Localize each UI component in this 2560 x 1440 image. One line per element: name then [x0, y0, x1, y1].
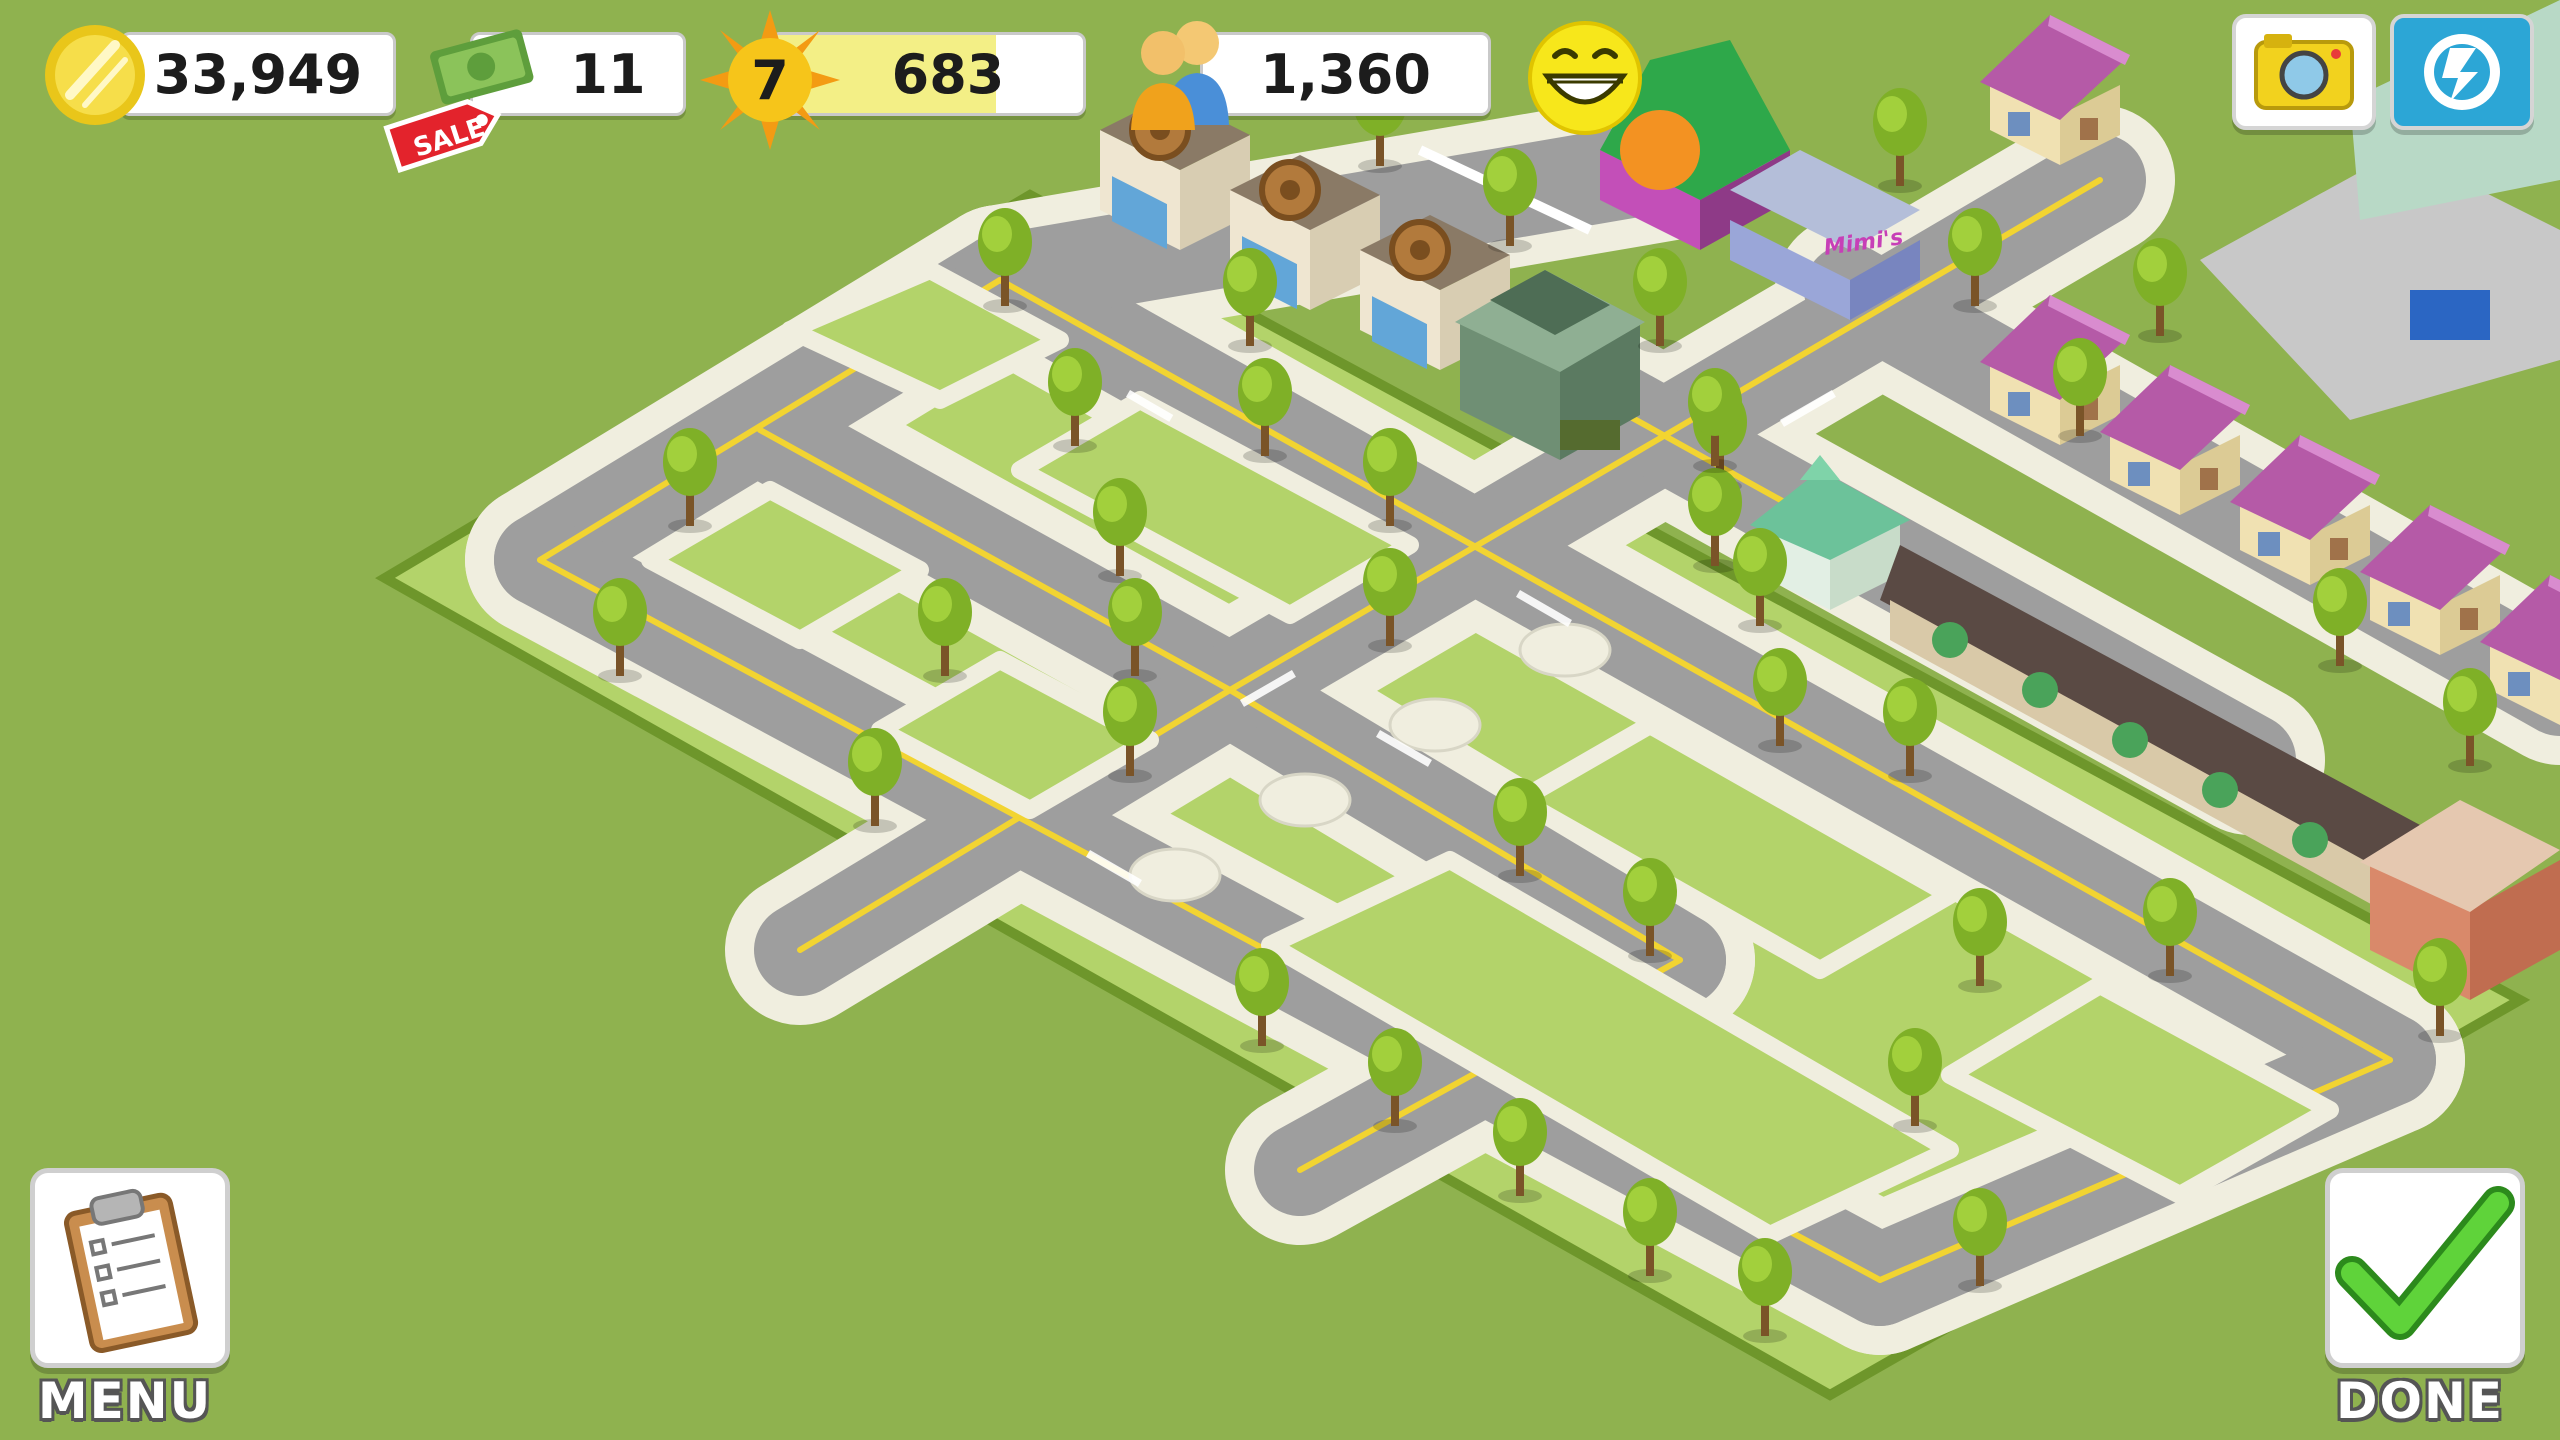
refresh-share-icon [2424, 34, 2500, 110]
camera-button[interactable] [2232, 14, 2376, 130]
done-button[interactable] [2325, 1168, 2525, 1368]
population-value: 1,360 [1260, 42, 1431, 106]
smiley-face-icon[interactable] [1525, 18, 1645, 138]
level-value: 7 [751, 48, 789, 112]
sun-star-icon: 7 [700, 10, 840, 150]
xp-value: 683 [891, 42, 1005, 106]
cash-value: 11 [570, 42, 646, 106]
camera-icon [2254, 34, 2354, 110]
people-icon [1131, 21, 1229, 130]
menu-button[interactable] [30, 1168, 230, 1368]
coins-value: 33,949 [153, 42, 363, 106]
sale-tag[interactable]: SALE [380, 80, 510, 180]
clipboard-icon [64, 1188, 199, 1354]
checkmark-icon [2335, 1186, 2515, 1340]
menu-label: MENU [37, 1372, 213, 1430]
city-map[interactable]: Mimi's [0, 0, 2560, 1440]
gold-coin-icon [45, 25, 145, 125]
coins-counter[interactable]: 33,949 [120, 32, 396, 116]
done-label: DONE [2335, 1372, 2504, 1430]
population-counter[interactable]: 1,360 [1200, 32, 1491, 116]
share-button[interactable] [2390, 14, 2534, 130]
